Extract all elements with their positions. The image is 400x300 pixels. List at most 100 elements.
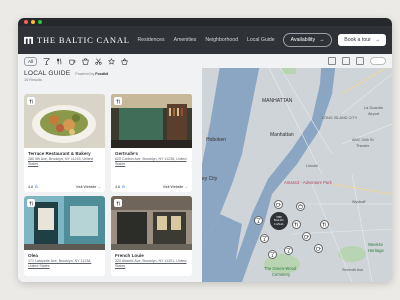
visit-label: Visit Website bbox=[75, 185, 97, 189]
fork-knife-badge-icon bbox=[114, 199, 122, 207]
nav-residences[interactable]: Residences bbox=[138, 37, 165, 43]
building-icon bbox=[24, 36, 33, 44]
cocktail-icon bbox=[270, 252, 275, 257]
nav-local-guide[interactable]: Local Guide bbox=[247, 37, 275, 43]
guide-card[interactable]: Gertrude's 620 Carlton Ave, Brooklyn, NY… bbox=[111, 94, 192, 192]
shopping-bag-icon[interactable] bbox=[82, 57, 89, 65]
map-pin-cocktail-3[interactable] bbox=[284, 246, 293, 255]
map-toolbar bbox=[202, 54, 392, 68]
scissors-icon[interactable] bbox=[95, 58, 102, 65]
map-label-lincoln: Lincoln bbox=[306, 164, 319, 168]
results-count: 16 Results bbox=[24, 78, 42, 82]
map-label-seventh: Seventh Ave bbox=[342, 268, 364, 272]
top-navbar: THE BALTIC CANAL Residences Amenities Ne… bbox=[18, 26, 392, 54]
nav-amenities[interactable]: Amenities bbox=[174, 37, 197, 43]
restaurant-front-image bbox=[111, 196, 192, 250]
close-window-button[interactable] bbox=[24, 20, 28, 24]
window-chrome bbox=[18, 18, 392, 26]
card-footer: 4.6 G Visit Website → bbox=[115, 185, 188, 189]
map-pin-cocktail-4[interactable] bbox=[268, 250, 277, 259]
card-title: Olea bbox=[28, 253, 38, 258]
map-label-wyckoff: Wyckoff bbox=[352, 200, 366, 204]
map-pin-coffee-3[interactable] bbox=[314, 244, 323, 253]
map-pin-bag[interactable] bbox=[296, 202, 305, 211]
map-label-heritage: Heritage bbox=[368, 248, 384, 253]
card-address[interactable]: 280 5th Ave, Brooklyn, NY 11215, United … bbox=[24, 156, 105, 166]
card-footer: 4.8 G Visit Website → bbox=[28, 185, 101, 189]
storefront-image bbox=[24, 196, 105, 250]
arrow-right-icon: → bbox=[374, 37, 380, 43]
arrow-right-icon: → bbox=[97, 185, 101, 189]
coffee-icon bbox=[276, 203, 281, 207]
main-nav: Residences Amenities Neighborhood Local … bbox=[138, 37, 275, 43]
rating-value: 4.8 bbox=[28, 185, 33, 189]
powered-prefix: Powered by bbox=[75, 72, 95, 76]
map-label-jersey-city: ey City bbox=[202, 176, 218, 182]
nav-neighborhood[interactable]: Neighborhood bbox=[205, 37, 238, 43]
map-pin-coffee[interactable] bbox=[274, 200, 283, 209]
book-tour-button[interactable]: Book a tour → bbox=[338, 34, 386, 46]
card-image bbox=[111, 196, 192, 250]
arrow-right-icon: → bbox=[319, 37, 325, 43]
card-address[interactable]: 320 Atlantic Ave, Brooklyn, NY 11201, Un… bbox=[111, 258, 192, 268]
map-label-manhattan: MANHATTAN bbox=[262, 98, 293, 104]
map-label-airport: Airport bbox=[368, 112, 380, 116]
guide-card[interactable]: Terrace Restaurant & Bakery 280 5th Ave,… bbox=[24, 94, 105, 192]
split-view-icon[interactable] bbox=[342, 57, 350, 65]
map-pin-food-2[interactable] bbox=[320, 220, 329, 229]
guide-card[interactable]: Olea 171 Lafayette Ave, Brooklyn, NY 112… bbox=[24, 196, 105, 276]
map-view-icon[interactable] bbox=[356, 57, 364, 65]
availability-button[interactable]: Availability → bbox=[282, 33, 333, 47]
map-canvas bbox=[202, 54, 392, 282]
map-pin-cocktail-2[interactable] bbox=[260, 234, 269, 243]
map-pin-food[interactable] bbox=[292, 220, 301, 229]
cocktail-icon bbox=[286, 248, 291, 253]
card-image bbox=[24, 94, 105, 148]
pin-line-3: CANAL bbox=[273, 221, 285, 226]
star-icon[interactable] bbox=[108, 57, 116, 65]
zoom-window-button[interactable] bbox=[38, 20, 42, 24]
shopping-bag-icon bbox=[298, 204, 303, 209]
rating-value: 4.6 bbox=[115, 185, 120, 189]
fork-knife-badge-icon bbox=[27, 199, 35, 207]
map-label-lic: LONG ISLAND CITY bbox=[322, 116, 358, 120]
map-label-weeks: Weeksv bbox=[368, 242, 383, 247]
basket-icon[interactable] bbox=[121, 57, 128, 65]
map-label-manhattan-2: Manhattan bbox=[270, 132, 294, 138]
cocktail-icon[interactable] bbox=[43, 57, 51, 65]
visit-website-link[interactable]: Visit Website → bbox=[76, 185, 101, 189]
filter-all[interactable]: All bbox=[24, 56, 38, 66]
map-pin-cocktail[interactable] bbox=[254, 216, 263, 225]
fork-knife-badge-icon bbox=[27, 97, 35, 105]
card-image bbox=[24, 196, 105, 250]
fork-knife-icon bbox=[322, 222, 326, 227]
brand-logo[interactable]: THE BALTIC CANAL bbox=[24, 35, 130, 45]
map-pin-coffee-2[interactable] bbox=[302, 232, 311, 241]
map-label-cemetery: Cemetery bbox=[272, 272, 291, 277]
book-tour-label: Book a tour bbox=[344, 37, 371, 43]
visit-label: Visit Website bbox=[162, 185, 184, 189]
guide-cards: Terrace Restaurant & Bakery 280 5th Ave,… bbox=[24, 94, 196, 276]
guide-card[interactable]: French Louie 320 Atlantic Ave, Brooklyn,… bbox=[111, 196, 192, 276]
coffee-icon bbox=[316, 247, 321, 251]
card-address[interactable]: 171 Lafayette Ave, Brooklyn, NY 11238, U… bbox=[24, 258, 105, 268]
grid-view-icon[interactable] bbox=[328, 57, 336, 65]
fork-knife-icon bbox=[294, 222, 298, 227]
neighborhood-map[interactable]: MANHATTAN LONG ISLAND CITY La Guardia Ai… bbox=[202, 54, 392, 282]
minimize-window-button[interactable] bbox=[31, 20, 35, 24]
category-filter-bar: All bbox=[18, 54, 202, 68]
card-image bbox=[111, 94, 192, 148]
sort-dropdown[interactable] bbox=[370, 57, 386, 65]
property-pin[interactable]: THE BALTIC CANAL bbox=[270, 212, 288, 230]
card-rating: 4.8 G bbox=[28, 185, 38, 189]
cocktail-icon bbox=[262, 236, 267, 241]
guide-title-row: LOCAL GUIDE Powered by Foodkit bbox=[18, 68, 202, 77]
availability-label: Availability bbox=[290, 37, 316, 43]
coffee-icon bbox=[304, 235, 309, 239]
fork-knife-icon[interactable] bbox=[56, 57, 63, 65]
card-address[interactable]: 620 Carlton Ave, Brooklyn, NY 11238, Uni… bbox=[111, 156, 192, 166]
coffee-icon[interactable] bbox=[69, 58, 76, 65]
salad-bowl-image bbox=[24, 94, 105, 148]
visit-website-link[interactable]: Visit Website → bbox=[163, 185, 188, 189]
arrow-right-icon: → bbox=[184, 185, 188, 189]
